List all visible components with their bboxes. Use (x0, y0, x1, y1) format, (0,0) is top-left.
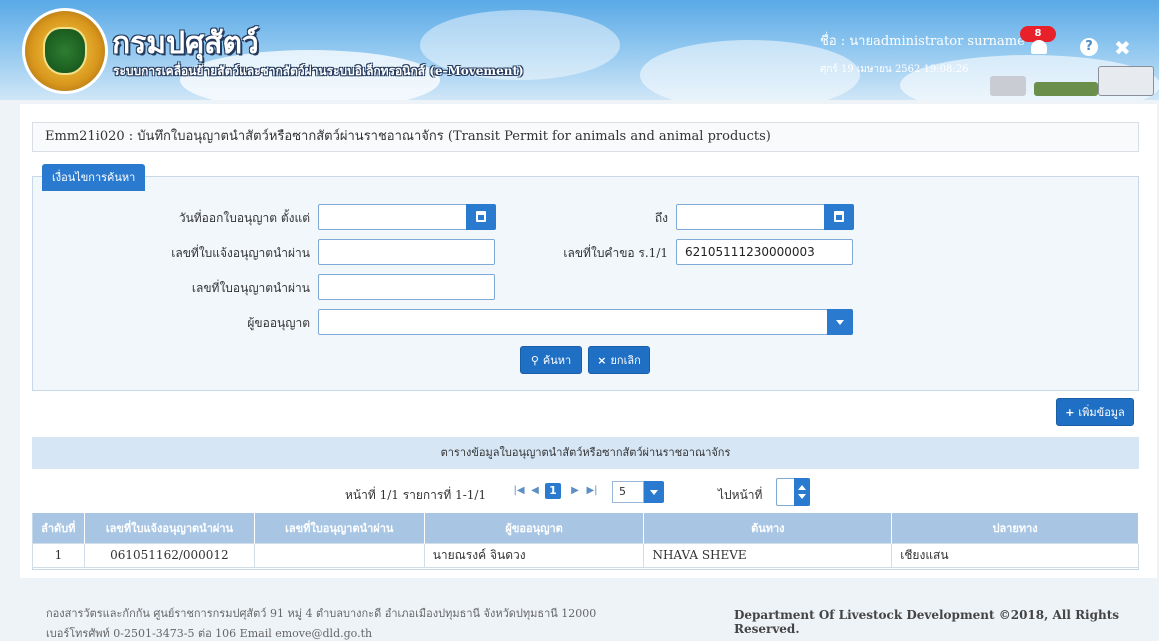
notice-no-input[interactable] (318, 239, 495, 265)
search-icon: ⚲ (530, 354, 539, 367)
search-criteria-tab[interactable]: เงื่อนไขการค้นหา (42, 164, 146, 191)
search-button-label: ค้นหา (542, 354, 572, 367)
footer-phone-email: เบอร์โทรศัพท์ 0-2501-3473-5 ต่อ 106 Emai… (46, 627, 373, 640)
truck-icon (1098, 66, 1154, 96)
spin-up-icon[interactable] (798, 485, 806, 490)
issue-date-to-label: ถึง (654, 211, 668, 225)
table-header-row: ลำดับที่ เลขที่ใบแจ้งอนุญาตนำผ่าน เลขที่… (32, 513, 1139, 543)
next-page-icon[interactable]: ▶ (568, 484, 582, 498)
plus-icon: + (1065, 406, 1075, 419)
field-image (1034, 82, 1098, 96)
notification-bell-icon[interactable]: 8 (1020, 26, 1060, 60)
issue-date-to-input[interactable] (676, 204, 826, 230)
last-page-icon[interactable]: ▶| (585, 484, 599, 498)
chevron-glyph (650, 490, 658, 495)
column-header[interactable]: เลขที่ใบอนุญาตนำผ่าน (254, 513, 425, 543)
permit-no-input[interactable] (318, 274, 495, 300)
table-row[interactable]: 1 061051162/000012 นายณรงค์ จินดวง NHAVA… (32, 542, 1139, 568)
column-header[interactable]: ลำดับที่ (32, 513, 85, 543)
notice-no-cell: 061051162/000012 (83, 542, 255, 568)
requester-select[interactable] (318, 309, 828, 335)
calendar-icon[interactable] (466, 204, 496, 230)
goto-page-label: ไปหน้าที่ (718, 488, 763, 502)
user-name: ชื่อ : นายadministrator surname (820, 34, 1025, 49)
prev-page-icon[interactable]: ◀ (528, 484, 542, 498)
table-caption: ตารางข้อมูลใบอนุญาตนำสัตว์หรือซากสัตว์ผ่… (32, 437, 1139, 469)
chevron-glyph (836, 320, 844, 325)
cancel-button-label: ยกเลิก (610, 354, 641, 367)
request-no-label: เลขที่ใบคำขอ ร.1/1 (563, 246, 668, 260)
permit-no-cell (253, 542, 425, 568)
logo-emblem (43, 27, 87, 75)
calendar-icon[interactable] (824, 204, 854, 230)
origin-cell: NHAVA SHEVE (643, 542, 893, 568)
footer-copyright: Department Of Livestock Development ©201… (734, 608, 1120, 636)
requester-cell: นายณรงค์ จินดวง (423, 542, 645, 568)
footer-contact: กองสารวัตรและกักกัน ศูนย์ราชการกรมปศุสัต… (46, 604, 596, 641)
column-header[interactable]: ต้นทาง (643, 513, 893, 543)
notice-no-label: เลขที่ใบแจ้งอนุญาตนำผ่าน (171, 246, 310, 260)
current-page[interactable]: 1 (545, 483, 561, 499)
spinner-icon[interactable] (794, 478, 810, 506)
cancel-button[interactable]: × ยกเลิก (588, 346, 650, 374)
column-header[interactable]: ปลายทาง (891, 513, 1139, 543)
add-record-label: เพิ่มข้อมูล (1078, 406, 1125, 419)
issue-date-from-input[interactable] (318, 204, 468, 230)
results-table: ลำดับที่ เลขที่ใบแจ้งอนุญาตนำผ่าน เลขที่… (32, 513, 1139, 568)
request-no-input[interactable]: 62105111230000003 (676, 239, 853, 265)
chevron-down-icon[interactable] (827, 309, 853, 335)
footer-address: กองสารวัตรและกักกัน ศูนย์ราชการกรมปศุสัต… (46, 607, 597, 620)
calendar-glyph (834, 211, 844, 222)
bell-icon (1031, 40, 1047, 54)
pager-summary: หน้าที่ 1/1 รายการที่ 1-1/1 (345, 488, 487, 502)
issue-date-from-label: วันที่ออกใบอนุญาต ตั้งแต่ (178, 211, 310, 225)
column-header[interactable]: ผู้ขออนุญาต (424, 513, 645, 543)
search-button[interactable]: ⚲ ค้นหา (520, 346, 582, 374)
page-size-select[interactable]: 5 (612, 481, 644, 503)
add-record-button[interactable]: + เพิ่มข้อมูล (1056, 398, 1134, 426)
destination-cell: เชียงแสน (891, 542, 1139, 568)
column-header[interactable]: เลขที่ใบแจ้งอนุญาตนำผ่าน (84, 513, 255, 543)
close-icon[interactable]: ✖ (1114, 36, 1131, 60)
requester-label: ผู้ขออนุญาต (247, 316, 310, 330)
help-icon[interactable]: ? (1080, 38, 1098, 56)
department-title: กรมปศุสัตว์ (112, 26, 259, 61)
close-icon: × (597, 354, 607, 367)
department-logo (22, 8, 108, 94)
truck-icon (990, 76, 1026, 96)
permit-no-label: เลขที่ใบอนุญาตนำผ่าน (191, 281, 310, 295)
chevron-down-icon[interactable] (644, 481, 664, 503)
system-name: ระบบการเคลื่อนย้ายสัตว์และซากสัตว์ผ่านระ… (113, 64, 524, 78)
spin-down-icon[interactable] (798, 494, 806, 499)
first-page-icon[interactable]: |◀ (512, 484, 526, 498)
current-datetime: ศุกร์ 19 เมษายน 2562 19:08:26 (820, 64, 969, 75)
calendar-glyph (476, 211, 486, 222)
page-title: Emm21i020 : บันทึกใบอนุญาตนำสัตว์หรือซาก… (32, 122, 1139, 152)
row-number: 1 (32, 542, 85, 568)
